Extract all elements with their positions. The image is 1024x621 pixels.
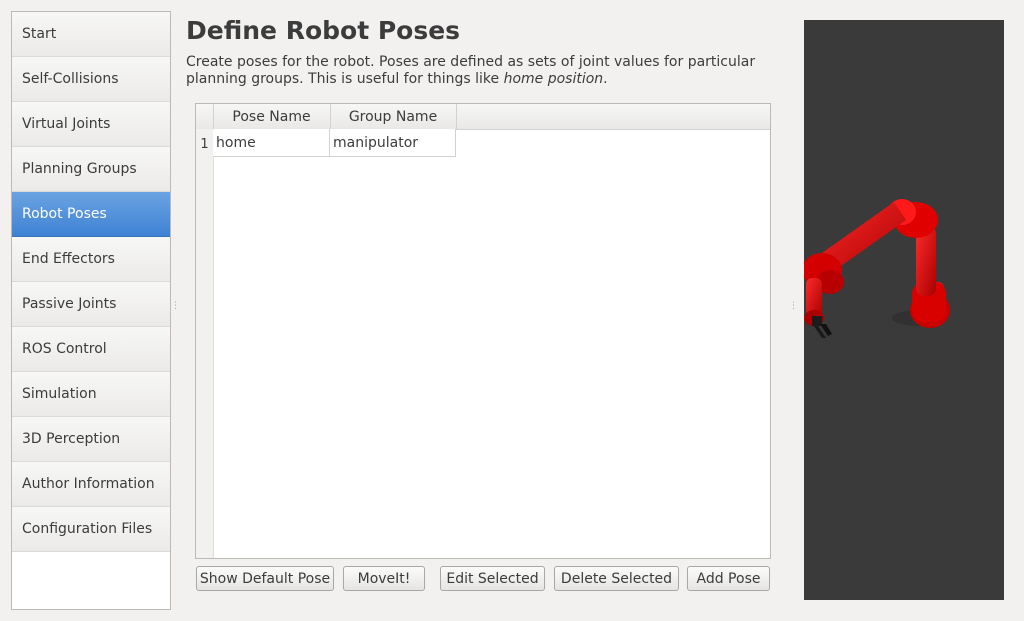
robot-3d-viewport[interactable] <box>804 20 1004 600</box>
page-description: Create poses for the robot. Poses are de… <box>186 54 776 88</box>
moveit-setup-assistant-window: Start Self-Collisions Virtual Joints Pla… <box>0 0 1024 621</box>
description-end: . <box>603 71 608 87</box>
table-header: Pose Name Group Name <box>196 104 770 130</box>
description-emphasis: home position <box>503 71 604 87</box>
page-title: Define Robot Poses <box>186 16 461 45</box>
sidebar-item-start[interactable]: Start <box>12 12 170 57</box>
table-cell-pose-name[interactable]: home <box>213 129 330 157</box>
column-header-pose-name[interactable]: Pose Name <box>213 104 331 129</box>
edit-selected-button[interactable]: Edit Selected <box>440 566 545 591</box>
table-corner[interactable] <box>196 104 214 129</box>
delete-selected-button[interactable]: Delete Selected <box>554 566 679 591</box>
sidebar-item-end-effectors[interactable]: End Effectors <box>12 237 170 282</box>
poses-table[interactable]: Pose Name Group Name 1 home manipulator <box>195 103 771 559</box>
sidebar-item-label: 3D Perception <box>22 431 121 447</box>
moveit-button[interactable]: MoveIt! <box>343 566 425 591</box>
sidebar-item-label: Simulation <box>22 386 97 402</box>
add-pose-button[interactable]: Add Pose <box>687 566 770 591</box>
sidebar-item-label: Planning Groups <box>22 161 137 177</box>
row-header-gutter <box>196 129 214 558</box>
robot-arm-illustration <box>804 199 950 338</box>
table-cell-group-name[interactable]: manipulator <box>330 129 456 157</box>
sidebar-item-label: Configuration Files <box>22 521 153 537</box>
column-header-group-name[interactable]: Group Name <box>330 104 457 129</box>
sidebar-item-label: Passive Joints <box>22 296 117 312</box>
sidebar-nav: Start Self-Collisions Virtual Joints Pla… <box>11 11 171 610</box>
sidebar-item-label: Robot Poses <box>22 206 107 222</box>
sidebar-item-simulation[interactable]: Simulation <box>12 372 170 417</box>
sidebar-item-3d-perception[interactable]: 3D Perception <box>12 417 170 462</box>
row-number[interactable]: 1 <box>196 130 213 158</box>
sidebar-item-ros-control[interactable]: ROS Control <box>12 327 170 372</box>
sidebar-item-author-information[interactable]: Author Information <box>12 462 170 507</box>
sidebar-item-robot-poses[interactable]: Robot Poses <box>12 192 170 237</box>
sidebar-item-planning-groups[interactable]: Planning Groups <box>12 147 170 192</box>
sidebar-item-label: End Effectors <box>22 251 115 267</box>
left-splitter-handle[interactable]: ⋮ <box>171 302 180 315</box>
sidebar-item-self-collisions[interactable]: Self-Collisions <box>12 57 170 102</box>
sidebar-item-label: ROS Control <box>22 341 107 357</box>
show-default-pose-button[interactable]: Show Default Pose <box>196 566 334 591</box>
sidebar-item-configuration-files[interactable]: Configuration Files <box>12 507 170 552</box>
sidebar-item-label: Self-Collisions <box>22 71 119 87</box>
sidebar-item-label: Virtual Joints <box>22 116 111 132</box>
sidebar-item-label: Start <box>22 26 57 42</box>
right-splitter-handle[interactable]: ⋮ <box>789 302 798 315</box>
description-text: Create poses for the robot. Poses are de… <box>186 54 756 87</box>
sidebar-item-label: Author Information <box>22 476 155 492</box>
sidebar-item-passive-joints[interactable]: Passive Joints <box>12 282 170 327</box>
sidebar-item-virtual-joints[interactable]: Virtual Joints <box>12 102 170 147</box>
